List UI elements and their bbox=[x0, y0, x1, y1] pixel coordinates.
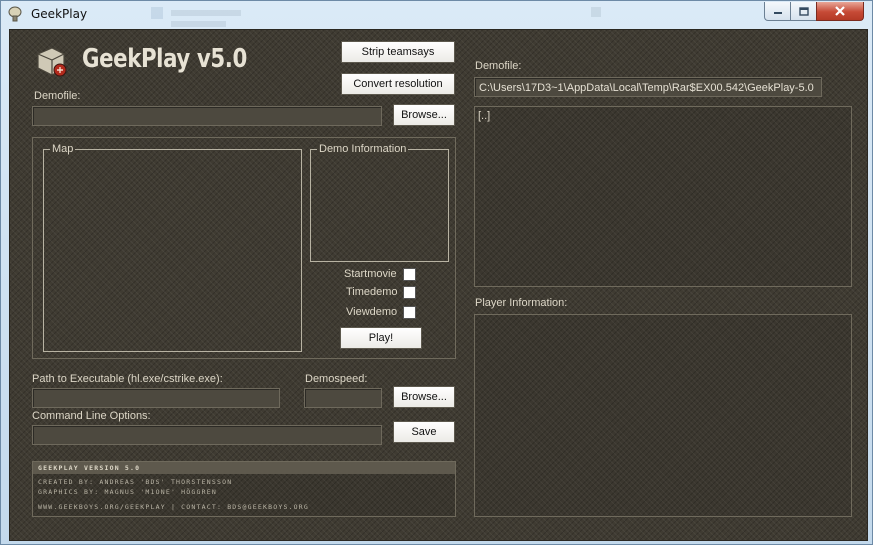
play-button[interactable]: Play! bbox=[340, 327, 422, 349]
demofile-label: Demofile: bbox=[34, 90, 81, 102]
credits-created-by: CREATED BY: ANDREAS 'BDS' THORSTENSSON bbox=[38, 478, 233, 486]
app-window: GeekPlay GeekPlay v5.0 Strip teamsays Co… bbox=[0, 0, 873, 545]
maximize-button[interactable] bbox=[790, 2, 817, 21]
viewdemo-label: Viewdemo bbox=[346, 306, 398, 318]
timedemo-label: Timedemo bbox=[346, 286, 398, 298]
demo-information-groupbox: Demo Information bbox=[310, 143, 449, 262]
title-bar[interactable]: GeekPlay bbox=[1, 1, 872, 29]
strip-teamsays-button[interactable]: Strip teamsays bbox=[341, 41, 455, 63]
convert-resolution-button[interactable]: Convert resolution bbox=[341, 73, 455, 95]
map-label: Map bbox=[50, 143, 76, 155]
timedemo-checkbox[interactable] bbox=[403, 286, 416, 299]
map-groupbox: Map bbox=[43, 143, 302, 352]
demo-details-text: [..] bbox=[478, 110, 491, 122]
executable-browse-button[interactable]: Browse... bbox=[393, 386, 455, 408]
background-window-ghost bbox=[151, 4, 601, 27]
demofile-browse-button[interactable]: Browse... bbox=[393, 104, 455, 126]
demospeed-label: Demospeed: bbox=[305, 373, 368, 385]
demo-information-label: Demo Information bbox=[317, 143, 409, 155]
credits-box: GEEKPLAY VERSION 5.0 CREATED BY: ANDREAS… bbox=[32, 461, 456, 517]
minimize-button[interactable] bbox=[764, 2, 791, 21]
viewdemo-checkbox[interactable] bbox=[403, 306, 416, 319]
executable-path-input[interactable] bbox=[32, 388, 280, 408]
main-panel: GeekPlay v5.0 Strip teamsays Convert res… bbox=[9, 29, 868, 541]
window-title: GeekPlay bbox=[31, 7, 88, 21]
right-demofile-path[interactable]: C:\Users\17D3~1\AppData\Local\Temp\Rar$E… bbox=[474, 77, 822, 97]
demospeed-input[interactable] bbox=[304, 388, 382, 408]
minimize-icon bbox=[773, 12, 782, 14]
save-button[interactable]: Save bbox=[393, 421, 455, 443]
app-brand-title: GeekPlay v5.0 bbox=[82, 44, 247, 74]
credits-graphics-by: GRAPHICS BY: MAGNUS 'M1ONE' HÖGGREN bbox=[38, 488, 217, 496]
startmovie-label: Startmovie bbox=[344, 268, 397, 280]
demo-details-panel: [..] bbox=[474, 106, 852, 287]
command-line-input[interactable] bbox=[32, 425, 382, 445]
right-demofile-label: Demofile: bbox=[475, 60, 522, 72]
player-information-panel bbox=[474, 314, 852, 517]
executable-path-label: Path to Executable (hl.exe/cstrike.exe): bbox=[32, 373, 223, 385]
geekplay-app-icon bbox=[7, 6, 23, 22]
demo-preview-panel: Map Demo Information Startmovie Timedemo… bbox=[32, 137, 456, 359]
close-button[interactable] bbox=[816, 2, 864, 21]
credits-version: GEEKPLAY VERSION 5.0 bbox=[38, 464, 141, 472]
demofile-input[interactable] bbox=[32, 106, 382, 126]
close-icon bbox=[835, 6, 845, 16]
credits-contact: WWW.GEEKBOYS.ORG/GEEKPLAY | CONTACT: BDS… bbox=[38, 503, 310, 511]
command-line-label: Command Line Options: bbox=[32, 410, 151, 422]
player-information-label: Player Information: bbox=[475, 297, 568, 309]
maximize-icon bbox=[798, 6, 809, 16]
geekplay-cube-logo-icon bbox=[34, 46, 70, 82]
startmovie-checkbox[interactable] bbox=[403, 268, 416, 281]
